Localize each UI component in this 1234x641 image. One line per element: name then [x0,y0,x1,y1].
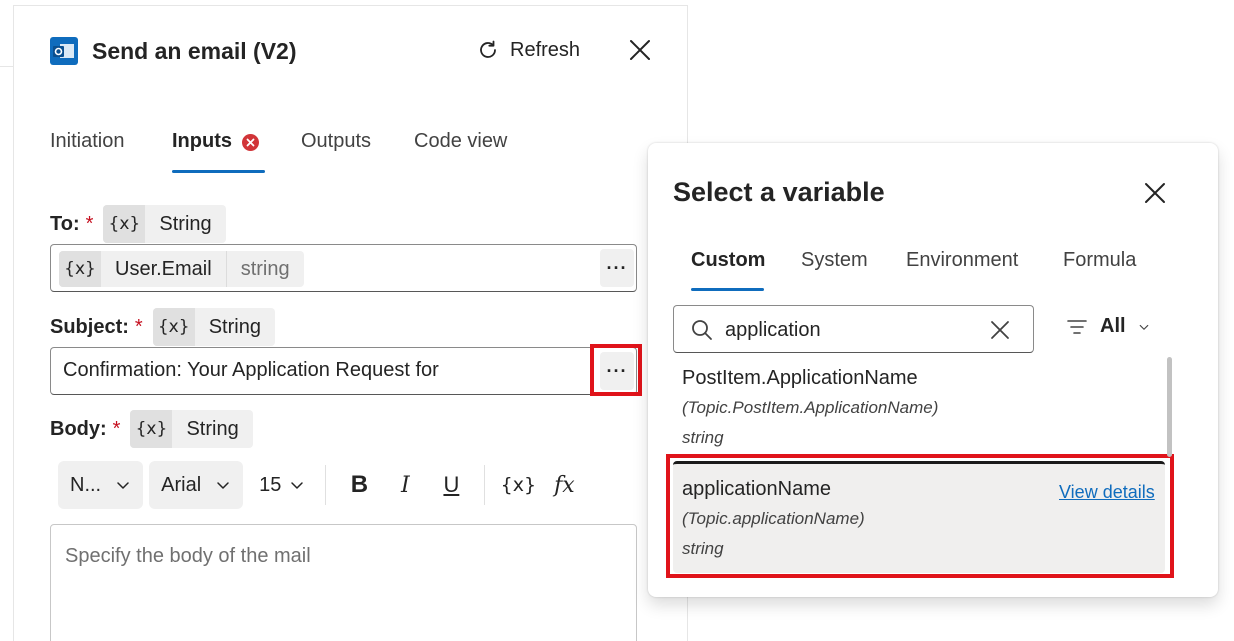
subject-value: Confirmation: Your Application Request f… [63,359,439,381]
font-dropdown[interactable]: Arial [149,461,244,509]
type-chip: {x} String [152,308,275,346]
type-name: String [159,212,212,235]
variable-tabs: Custom System Environment Formula [691,249,1153,295]
tab-label: Custom [691,249,766,271]
outlook-icon [50,37,78,65]
tab-system[interactable]: System [801,249,906,295]
panel-header: Send an email (V2) Refresh [14,6,689,94]
tab-formula[interactable]: Formula [1063,249,1153,295]
filter-icon [1067,319,1087,334]
tab-label: Initiation [50,130,125,152]
body-editor[interactable]: Specify the body of the mail [50,524,637,641]
tab-inputs[interactable]: Inputs [172,124,301,174]
font-size-value: 15 [259,473,282,496]
required-mark: * [85,212,94,235]
tab-label: Formula [1063,249,1137,271]
tab-label: System [801,249,868,271]
required-mark: * [134,315,143,338]
token-type: string [225,251,304,287]
variable-name: PostItem.ApplicationName [682,367,918,389]
token-name: User.Email [115,257,212,280]
list-item[interactable]: PostItem.ApplicationName (Topic.PostItem… [673,355,1165,455]
insert-formula-button[interactable]: fx [541,461,587,509]
tab-label: Outputs [301,130,372,152]
subject-label: Subject: * {x} String [50,308,275,346]
variable-path: (Topic.PostItem.ApplicationName) [682,398,939,417]
rich-text-toolbar: N... Arial 15 B I U {x} fx [58,461,587,509]
panel-tabs: Initiation Inputs Outputs Code view [50,124,524,174]
active-tab-indicator [172,170,265,173]
active-tab-indicator [691,288,764,291]
close-icon[interactable] [626,36,654,64]
body-label: Body: * {x} String [50,410,253,448]
error-icon [242,134,259,151]
to-field[interactable]: {x} User.Email string ··· [50,244,637,292]
canvas: Send an email (V2) Refresh Initiation In… [0,0,1234,641]
italic-button[interactable]: I [382,461,428,509]
type-chip: {x} String [103,205,226,243]
type-name: String [208,315,261,338]
search-icon [692,320,712,340]
scrollbar[interactable] [1167,357,1172,457]
filter-value: All [1100,315,1126,337]
variable-list: PostItem.ApplicationName (Topic.PostItem… [666,355,1174,587]
paragraph-style-dropdown[interactable]: N... [58,461,144,509]
close-icon[interactable] [1142,180,1168,206]
tab-label: Environment [906,249,1019,271]
tab-initiation[interactable]: Initiation [50,124,172,174]
type-name: String [186,417,239,440]
font-size-dropdown[interactable]: 15 [249,461,315,509]
variable-icon: {x} [152,308,195,346]
divider [13,5,688,6]
tab-outputs[interactable]: Outputs [301,124,414,174]
panel-title: Send an email (V2) [92,38,297,64]
chevron-down-icon [117,482,129,489]
divider [0,66,13,67]
underline-button[interactable]: U [428,461,474,509]
search-input[interactable]: application [673,305,1034,353]
variable-icon: {x} [59,251,101,287]
type-filter-dropdown[interactable]: All [1066,315,1150,338]
search-value: application [725,319,821,341]
chevron-down-icon [217,482,229,489]
refresh-label: Refresh [510,38,581,61]
action-properties-panel: Send an email (V2) Refresh Initiation In… [13,6,688,641]
dialog-title: Select a variable [673,177,885,207]
refresh-icon [480,40,496,58]
clear-icon[interactable] [988,318,1012,342]
chevron-down-icon [1139,324,1148,330]
bold-button[interactable]: B [336,461,382,509]
tab-label: Code view [414,130,508,152]
tab-code-view[interactable]: Code view [414,124,524,174]
variable-icon: {x} [130,410,173,448]
variable-token[interactable]: {x} User.Email string [59,251,304,287]
chevron-down-icon [291,482,304,489]
to-label-text: To: [50,212,80,235]
body-placeholder: Specify the body of the mail [65,545,311,567]
tab-custom[interactable]: Custom [691,249,801,295]
variable-type: string [682,428,724,447]
toolbar-separator [325,465,327,505]
refresh-button[interactable]: Refresh [476,34,580,66]
font-value: Arial [161,473,202,496]
tab-environment[interactable]: Environment [906,249,1063,295]
subject-field[interactable]: Confirmation: Your Application Request f… [50,347,637,395]
tab-label: Inputs [172,130,232,152]
highlight-box [590,344,642,396]
subject-label-text: Subject: [50,315,129,338]
more-options-button[interactable]: ··· [600,249,634,287]
toolbar-separator [484,465,486,505]
host-app-edge [0,0,13,641]
body-label-text: Body: [50,417,107,440]
to-label: To: * {x} String [50,205,226,243]
paragraph-style-value: N... [70,473,102,496]
required-mark: * [112,417,121,440]
insert-variable-button[interactable]: {x} [495,461,541,509]
type-chip: {x} String [130,410,253,448]
variable-icon: {x} [103,205,146,243]
highlight-box [666,454,1174,578]
select-variable-dialog: Select a variable Custom System Environm… [648,143,1218,597]
